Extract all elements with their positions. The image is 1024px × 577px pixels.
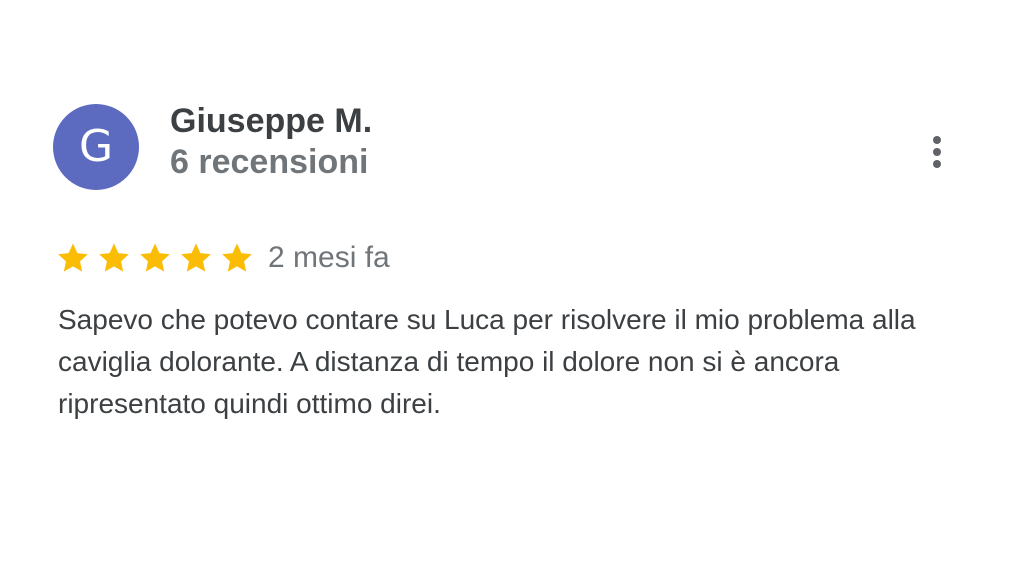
- author-name[interactable]: Giuseppe M.: [170, 102, 372, 141]
- review-count[interactable]: 6 recensioni: [170, 143, 368, 182]
- review-card: G Giuseppe M. 6 recensioni 2 mesi fa Sap…: [0, 0, 1024, 577]
- review-text: Sapevo che potevo contare su Luca per ri…: [58, 304, 916, 419]
- star-icon: [181, 243, 211, 272]
- star-icon: [222, 243, 252, 272]
- star-icon: [58, 243, 88, 272]
- star-rating: [56, 241, 261, 275]
- review-date: 2 mesi fa: [268, 241, 390, 274]
- more-icon-dot: [933, 136, 941, 144]
- more-options-button[interactable]: [924, 132, 950, 172]
- star-icon: [99, 243, 129, 272]
- avatar[interactable]: G: [53, 104, 139, 190]
- rating-row: 2 mesi fa: [56, 238, 390, 278]
- more-icon-dot: [933, 160, 941, 168]
- more-icon-dot: [933, 148, 941, 156]
- star-icon: [140, 243, 170, 272]
